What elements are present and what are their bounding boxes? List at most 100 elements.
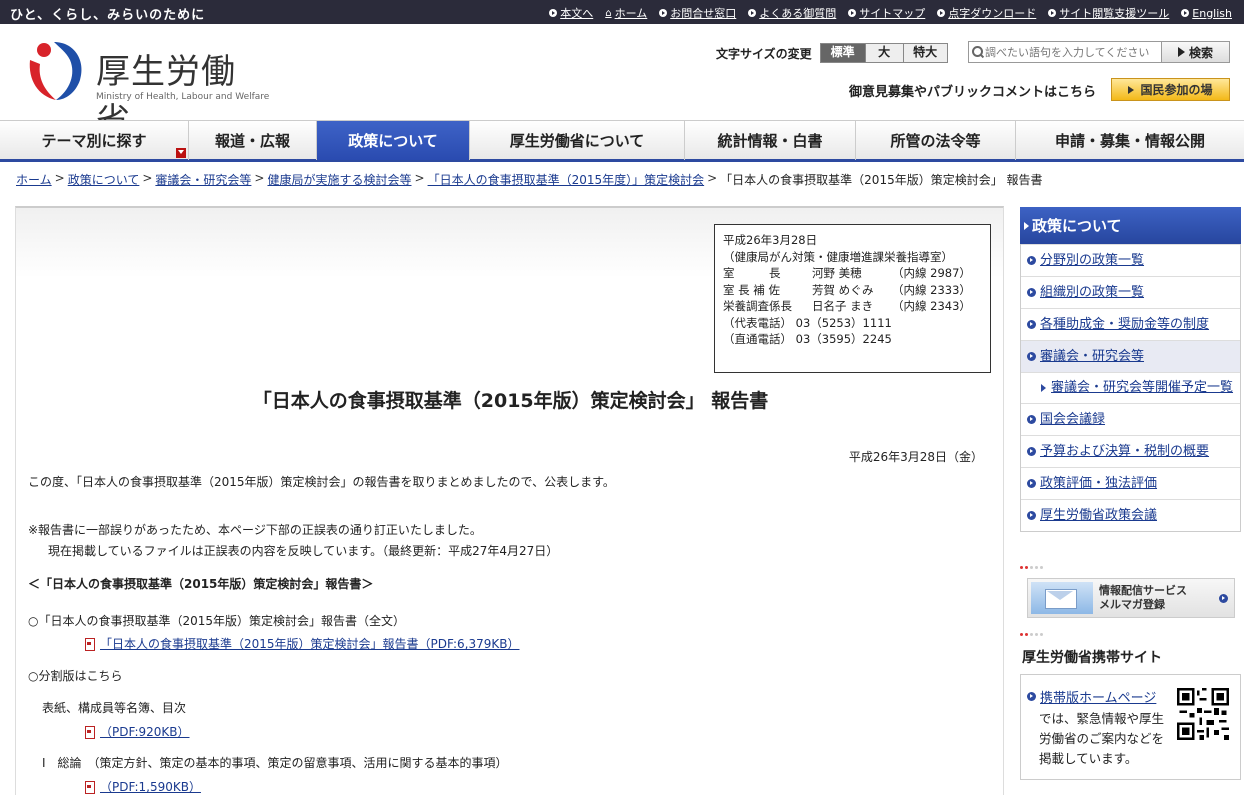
intro-text: この度、「日本人の食事摂取基準（2015年版）策定検討会」の報告書を取りまとめま…	[28, 475, 615, 489]
utility-links: 本文へ ⌂ ホーム お問合せ窓口 よくある御質問 サイトマップ 点字ダウンロード …	[549, 5, 1232, 21]
sidebar-item-diet-records[interactable]: 国会会議録	[1021, 403, 1240, 435]
sidebar-item-budget[interactable]: 予算および決算・税制の概要	[1021, 435, 1240, 467]
arrow-icon	[1027, 415, 1036, 424]
divider-dots	[1020, 566, 1241, 570]
mail-banner-line1: 情報配信サービス	[1099, 584, 1187, 597]
site-header: 厚生労働省 Ministry of Health, Labour and Wel…	[0, 24, 1244, 141]
overview-heading: I 総論 （策定方針、策定の基本的事項、策定の留意事項、活用に関する基本的事項）	[42, 756, 508, 770]
nav-item-theme[interactable]: テーマ別に探す	[0, 121, 189, 160]
main-content: 平成26年3月28日 （健康局がん対策・健康増進課栄養指導室） 室 長河野 美穂…	[15, 206, 1004, 795]
breadcrumb-separator: >	[254, 171, 265, 185]
update-note: 現在掲載しているファイルは正誤表の内容を反映しています。（最終更新：平成27年4…	[48, 544, 559, 558]
breadcrumb-committee[interactable]: 「日本人の食事摂取基準（2015年度）」策定検討会	[428, 171, 705, 188]
breadcrumb-separator: >	[414, 171, 425, 185]
mail-banner-line2: メルマガ登録	[1099, 598, 1165, 611]
mobile-site-description: では、緊急情報や厚生労働省のご案内などを掲載しています。	[1039, 711, 1165, 766]
mobile-homepage-link[interactable]: 携帯版ホームページ	[1040, 687, 1156, 706]
mail-magazine-banner[interactable]: 情報配信サービス メルマガ登録	[1027, 578, 1235, 618]
contact-person: 室 長河野 美穂 （内線 2987）	[723, 266, 971, 280]
arrow-icon	[1128, 85, 1135, 94]
breadcrumb-policy[interactable]: 政策について	[68, 171, 140, 188]
breadcrumb-home[interactable]: ホーム	[16, 171, 52, 188]
sidebar-item-councils[interactable]: 審議会・研究会等	[1021, 340, 1240, 372]
sidebar-item-grants[interactable]: 各種助成金・奨励金等の制度	[1021, 308, 1240, 340]
nav-item-press[interactable]: 報道・広報	[189, 121, 317, 160]
accessibility-tool-link[interactable]: サイト閲覧支援ツール	[1048, 5, 1169, 21]
divider-dots	[1020, 633, 1241, 637]
breadcrumb: ホーム > 政策について > 審議会・研究会等 > 健康局が実施する検討会等 > 「日本…	[16, 171, 1043, 188]
site-search: 検索	[968, 41, 1230, 63]
font-size-switcher: 文字サイズの変更 標準 大 特大	[716, 43, 948, 63]
publication-date: 平成26年3月28日（金）	[848, 450, 983, 464]
arrow-icon	[1048, 9, 1057, 17]
sidebar-heading[interactable]: 政策について	[1020, 207, 1241, 244]
split-version-heading: ○分割版はこちら	[28, 669, 123, 683]
report-section-heading: ＜「日本人の食事摂取基準（2015年版）策定検討会」報告書＞	[28, 577, 374, 591]
arrow-icon	[1027, 479, 1036, 488]
participation-button[interactable]: 国民参加の場	[1111, 78, 1230, 101]
search-input[interactable]	[985, 42, 1161, 62]
public-comment-text: 御意見募集やパブリックコメントはこちら	[849, 85, 1097, 100]
font-size-xlarge-button[interactable]: 特大	[902, 44, 947, 62]
search-icon	[969, 42, 985, 62]
top-utility-bar: ひと、くらし、みらいのために 本文へ ⌂ ホーム お問合せ窓口 よくある御質問 サ…	[0, 0, 1244, 24]
contact-date: 平成26年3月28日	[723, 233, 818, 247]
sidebar-menu: 分野別の政策一覧 組織別の政策一覧 各種助成金・奨励金等の制度 審議会・研究会等…	[1020, 244, 1241, 532]
breadcrumb-current: 「日本人の食事摂取基準（2015年版）策定検討会」 報告書	[720, 173, 1043, 187]
logo-english-name: Ministry of Health, Labour and Welfare	[96, 92, 270, 102]
contact-person: 室 長 補 佐芳賀 めぐみ （内線 2333）	[723, 282, 971, 297]
arrow-icon	[1027, 256, 1036, 265]
contact-link[interactable]: お問合せ窓口	[659, 5, 736, 21]
arrow-icon	[549, 9, 558, 17]
overview-pdf-row: （PDF:1,590KB）	[84, 778, 201, 795]
full-report-pdf-link[interactable]: 「日本人の食事摂取基準（2015年版）策定検討会」報告書（PDF:6,379KB…	[100, 635, 520, 652]
font-size-label: 文字サイズの変更	[716, 46, 812, 61]
arrow-icon	[1041, 384, 1047, 392]
nav-item-applications[interactable]: 申請・募集・情報公開	[1016, 121, 1244, 160]
page-title: 「日本人の食事摂取基準（2015年版）策定検討会」 報告書	[252, 390, 769, 412]
site-logo[interactable]: 厚生労働省 Ministry of Health, Labour and Wel…	[24, 38, 269, 141]
sitemap-link[interactable]: サイトマップ	[848, 5, 925, 21]
arrow-icon	[1027, 447, 1036, 456]
arrow-icon	[848, 9, 857, 17]
sidebar-item-evaluation[interactable]: 政策評価・独法評価	[1021, 467, 1240, 499]
sidebar-item-policy-council[interactable]: 厚生労働省政策会議	[1021, 499, 1240, 531]
breadcrumb-councils[interactable]: 審議会・研究会等	[155, 171, 251, 188]
envelope-icon	[1031, 582, 1093, 614]
arrow-icon	[1177, 47, 1185, 57]
cover-heading: 表紙、構成員等名簿、目次	[42, 701, 187, 715]
logo-mark-icon	[29, 42, 82, 100]
mobile-site-heading: 厚生労働省携帯サイト	[1022, 650, 1162, 666]
breadcrumb-health-bureau[interactable]: 健康局が実施する検討会等	[267, 171, 411, 188]
arrow-icon	[1024, 221, 1029, 230]
pdf-icon	[84, 638, 95, 651]
search-button[interactable]: 検索	[1161, 42, 1229, 62]
overview-pdf-link[interactable]: （PDF:1,590KB）	[100, 778, 201, 795]
skip-to-content-link[interactable]: 本文へ	[549, 5, 593, 21]
contact-phone-direct: （直通電話） 03（3595）2245	[723, 332, 892, 346]
braille-download-link[interactable]: 点字ダウンロード	[937, 5, 1036, 21]
sidebar-item-council-schedule[interactable]: 審議会・研究会等開催予定一覧	[1021, 372, 1240, 403]
breadcrumb-separator: >	[54, 171, 65, 185]
arrow-icon	[1219, 594, 1228, 603]
full-report-heading: ○「日本人の食事摂取基準（2015年版）策定検討会」報告書（全文）	[28, 614, 406, 628]
home-link[interactable]: ⌂ ホーム	[605, 5, 647, 21]
english-link[interactable]: English	[1181, 5, 1232, 21]
arrow-icon	[937, 9, 946, 17]
sidebar-item-by-organization[interactable]: 組織別の政策一覧	[1021, 276, 1240, 308]
nav-item-laws[interactable]: 所管の法令等	[856, 121, 1016, 160]
font-size-large-button[interactable]: 大	[864, 44, 903, 62]
faq-link[interactable]: よくある御質問	[748, 5, 836, 21]
contact-department: （健康局がん対策・健康増進課栄養指導室）	[723, 249, 953, 264]
cover-pdf-link[interactable]: （PDF:920KB）	[100, 723, 190, 740]
correction-note: ※報告書に一部誤りがあったため、本ページ下部の正誤表の通り訂正いたしました。	[28, 523, 482, 537]
font-size-standard-button[interactable]: 標準	[820, 44, 865, 62]
nav-item-about[interactable]: 厚生労働省について	[470, 121, 685, 160]
breadcrumb-separator: >	[707, 171, 718, 185]
nav-item-policy[interactable]: 政策について	[317, 121, 470, 160]
nav-item-statistics[interactable]: 統計情報・白書	[685, 121, 856, 160]
mobile-site-box: 携帯版ホームページ では、緊急情報や厚生労働省のご案内などを掲載しています。	[1020, 674, 1241, 780]
full-report-pdf-row: 「日本人の食事摂取基準（2015年版）策定検討会」報告書（PDF:6,379KB…	[84, 635, 520, 652]
sidebar-item-by-field[interactable]: 分野別の政策一覧	[1021, 244, 1240, 276]
arrow-icon	[1027, 692, 1036, 701]
